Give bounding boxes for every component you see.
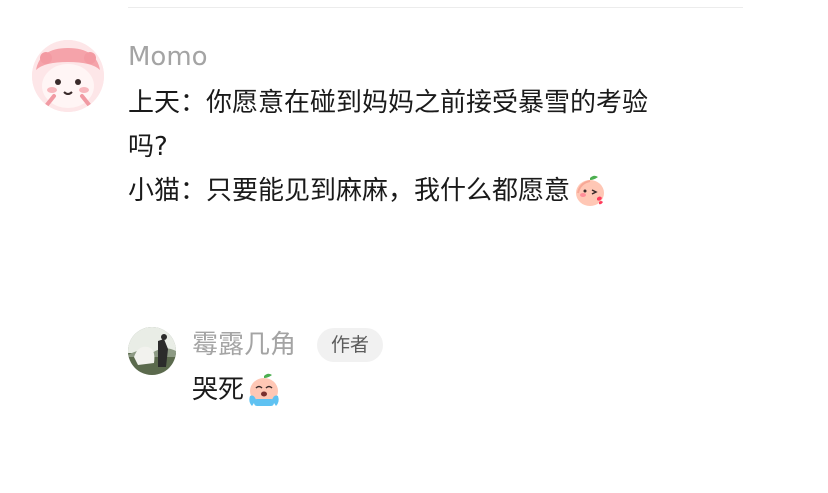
reply-text: 哭死 — [192, 375, 245, 405]
avatar[interactable] — [32, 40, 104, 112]
avatar-pink-character-icon — [32, 40, 104, 112]
reply-username[interactable]: 霉露几角 — [192, 330, 296, 360]
comment-text-line: 小猫：只要能见到麻麻，我什么都愿意 — [128, 169, 608, 213]
comment-text-line: 上天：你愿意在碰到妈妈之前接受暴雪的考验 — [128, 88, 649, 118]
comment-username[interactable]: Momo — [128, 42, 208, 72]
author-badge: 作者 — [317, 328, 384, 362]
peach-crying-icon — [246, 372, 282, 408]
avatar-photo-icon — [128, 327, 176, 375]
reply-avatar[interactable] — [128, 327, 176, 375]
peach-kiss-icon — [572, 173, 608, 209]
top-divider — [128, 7, 743, 8]
comment-text-line: 吗? — [128, 132, 168, 162]
reply-text-line: 哭死 — [192, 368, 282, 412]
comment-text: 小猫：只要能见到麻麻，我什么都愿意 — [128, 176, 571, 206]
